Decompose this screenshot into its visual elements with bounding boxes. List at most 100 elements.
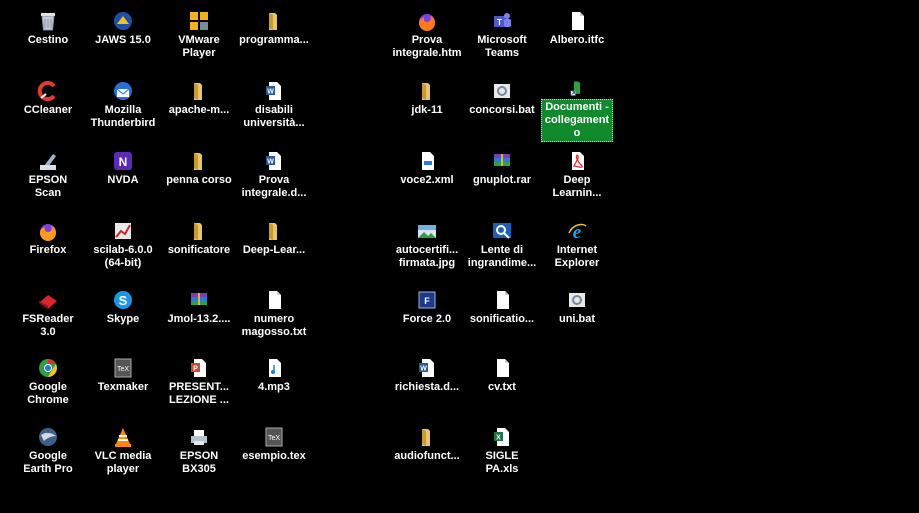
desktop-icon-esempio-tex[interactable]: TeX esempio.tex [238, 424, 310, 488]
desktop-icon-label: uni.bat [558, 313, 596, 325]
desktop-icon-gnuplot-rar[interactable]: gnuplot.rar [466, 148, 538, 212]
desktop-icon-internet-explorer[interactable]: e Internet Explorer [541, 218, 613, 282]
text-file-icon [497, 359, 509, 377]
desktop-icon-label: Albero.itfc [549, 34, 605, 46]
desktop-icon-apache-m[interactable]: apache-m... [163, 78, 235, 142]
desktop-icon-autocertificazione[interactable]: autocertifi... firmata.jpg [391, 218, 463, 282]
desktop-icon-fsreader[interactable]: FSReader 3.0 [12, 287, 84, 351]
fsreader-icon [39, 295, 57, 309]
desktop-icon-label: Deep-Lear... [242, 244, 306, 256]
svg-text:W: W [267, 89, 274, 96]
text-file-icon [269, 291, 281, 309]
recycle-bin-icon [41, 13, 55, 31]
folder-icon [422, 83, 430, 100]
folder-icon [194, 83, 202, 100]
desktop-icon-label: Lente di ingrandime... [467, 244, 537, 269]
desktop-icon-google-earth-pro[interactable]: Google Earth Pro [12, 424, 84, 488]
desktop-icon-google-chrome[interactable]: Google Chrome [12, 355, 84, 419]
desktop-icon-label: Deep Learnin... [552, 174, 602, 199]
word-doc-icon: W [266, 82, 281, 100]
desktop-icon-sonificatore[interactable]: sonificatore [163, 218, 235, 282]
desktop-icon-sonificatio[interactable]: sonificatio... [466, 287, 538, 351]
svg-text:N: N [119, 155, 128, 169]
desktop-icon-deep-lear-folder[interactable]: Deep-Lear... [238, 218, 310, 282]
desktop-icon-concorsi-bat[interactable]: concorsi.bat [466, 78, 538, 142]
texmaker-icon: TeX [114, 358, 132, 378]
desktop-icon-label: Force 2.0 [402, 313, 452, 325]
desktop-icon-label: Internet Explorer [554, 244, 600, 269]
desktop-icon-label: Prova integrale.d... [241, 174, 307, 199]
vlc-icon [115, 428, 131, 447]
powerpoint-icon: P [191, 359, 206, 377]
google-earth-icon [39, 428, 57, 446]
teams-icon: T [494, 13, 511, 27]
xml-file-icon [422, 152, 434, 170]
desktop-icon-documenti-collegamento[interactable]: Documenti - collegament o [541, 78, 613, 142]
desktop-icon-ccleaner[interactable]: CCleaner [12, 78, 84, 142]
desktop-icon-lente-di-ingrandimento[interactable]: Lente di ingrandime... [466, 218, 538, 282]
folder-icon [194, 153, 202, 170]
desktop-icon-label: numero magosso.txt [241, 313, 307, 338]
thunderbird-icon [114, 82, 132, 100]
desktop-icon-jaws[interactable]: JAWS 15.0 [87, 8, 159, 72]
folder-icon [269, 223, 277, 240]
desktop-icon-penna-corso[interactable]: penna corso [163, 148, 235, 212]
desktop-icon-voce2-xml[interactable]: voce2.xml [391, 148, 463, 212]
desktop-icon-scilab[interactable]: scilab-6.0.0 (64-bit) [87, 218, 159, 282]
desktop-icon-label: FSReader 3.0 [22, 313, 74, 338]
desktop-icon-cestino[interactable]: Cestino [12, 8, 84, 72]
desktop-icon-prova-integrale-doc[interactable]: W Prova integrale.d... [238, 148, 310, 212]
svg-text:F: F [424, 296, 430, 306]
svg-text:W: W [267, 159, 274, 166]
desktop-icon-jmol[interactable]: Jmol-13.2.... [163, 287, 235, 351]
desktop-icon-jdk-11[interactable]: jdk-11 [391, 78, 463, 142]
desktop-icon-epson-bx305[interactable]: EPSON BX305 [163, 424, 235, 488]
desktop-icon-label: gnuplot.rar [472, 174, 532, 186]
desktop-icon-audiofunct[interactable]: audiofunct... [391, 424, 463, 488]
folder-icon [269, 13, 277, 30]
batch-file-icon [569, 293, 585, 307]
desktop-icon-numero-magosso[interactable]: numero magosso.txt [238, 287, 310, 351]
desktop-icon-programma[interactable]: programma... [238, 8, 310, 72]
folder-icon [422, 429, 430, 446]
desktop-icon-vlc[interactable]: VLC media player [87, 424, 159, 488]
desktop-icon-force-2[interactable]: F Force 2.0 [391, 287, 463, 351]
desktop-icon-label: VLC media player [94, 450, 152, 475]
document-icon [572, 12, 584, 30]
rar-archive-icon [494, 154, 510, 166]
desktop-icon-cv-txt[interactable]: cv.txt [466, 355, 538, 419]
desktop-icon-label: scilab-6.0.0 (64-bit) [93, 244, 153, 269]
folder-icon [194, 223, 202, 240]
desktop-icon-label: Jmol-13.2.... [167, 313, 231, 325]
desktop-icon-label: Firefox [29, 244, 67, 256]
desktop-icon-label: EPSON BX305 [179, 450, 219, 475]
desktop-icon-firefox[interactable]: Firefox [12, 218, 84, 282]
desktop-icon-deep-learning-pdf[interactable]: Deep Learnin... [541, 148, 613, 212]
desktop-icon-skype[interactable]: S Skype [87, 287, 159, 351]
desktop-icon-texmaker[interactable]: TeX Texmaker [87, 355, 159, 419]
svg-text:X: X [496, 435, 501, 442]
document-icon [497, 291, 509, 309]
vmware-icon [190, 12, 208, 30]
desktop-icon-vmware-player[interactable]: VMware Player [163, 8, 235, 72]
desktop-icon-epson-scan[interactable]: EPSON Scan [12, 148, 84, 212]
chrome-icon [39, 359, 57, 377]
desktop-icon-presentazione[interactable]: P PRESENT... LEZIONE ... [163, 355, 235, 419]
desktop-icon-label: SIGLE PA.xls [485, 450, 519, 475]
desktop-icon-4-mp3[interactable]: 4.mp3 [238, 355, 310, 419]
desktop-icon-label: jdk-11 [411, 104, 443, 116]
desktop-icon-uni-bat[interactable]: uni.bat [541, 287, 613, 351]
desktop-icon-nvda[interactable]: N NVDA [87, 148, 159, 212]
desktop-icon-richiesta[interactable]: W richiesta.d... [391, 355, 463, 419]
desktop-icon-sigle-pa-xls[interactable]: X SIGLE PA.xls [466, 424, 538, 488]
desktop-icon-prova-integrale-htm[interactable]: Prova integrale.htm [391, 8, 463, 72]
svg-text:W: W [420, 366, 427, 373]
word-doc-icon: W [266, 152, 281, 170]
desktop-icon-albero-itfc[interactable]: Albero.itfc [541, 8, 613, 72]
printer-icon [191, 430, 207, 445]
desktop-icon-label: Prova integrale.htm [392, 34, 462, 59]
desktop-icon-microsoft-teams[interactable]: T Microsoft Teams [466, 8, 538, 72]
desktop-icon-disabili-universita[interactable]: W disabili università... [238, 78, 310, 142]
desktop-icon-label: Google Chrome [27, 381, 69, 406]
desktop-icon-thunderbird[interactable]: Mozilla Thunderbird [87, 78, 159, 142]
